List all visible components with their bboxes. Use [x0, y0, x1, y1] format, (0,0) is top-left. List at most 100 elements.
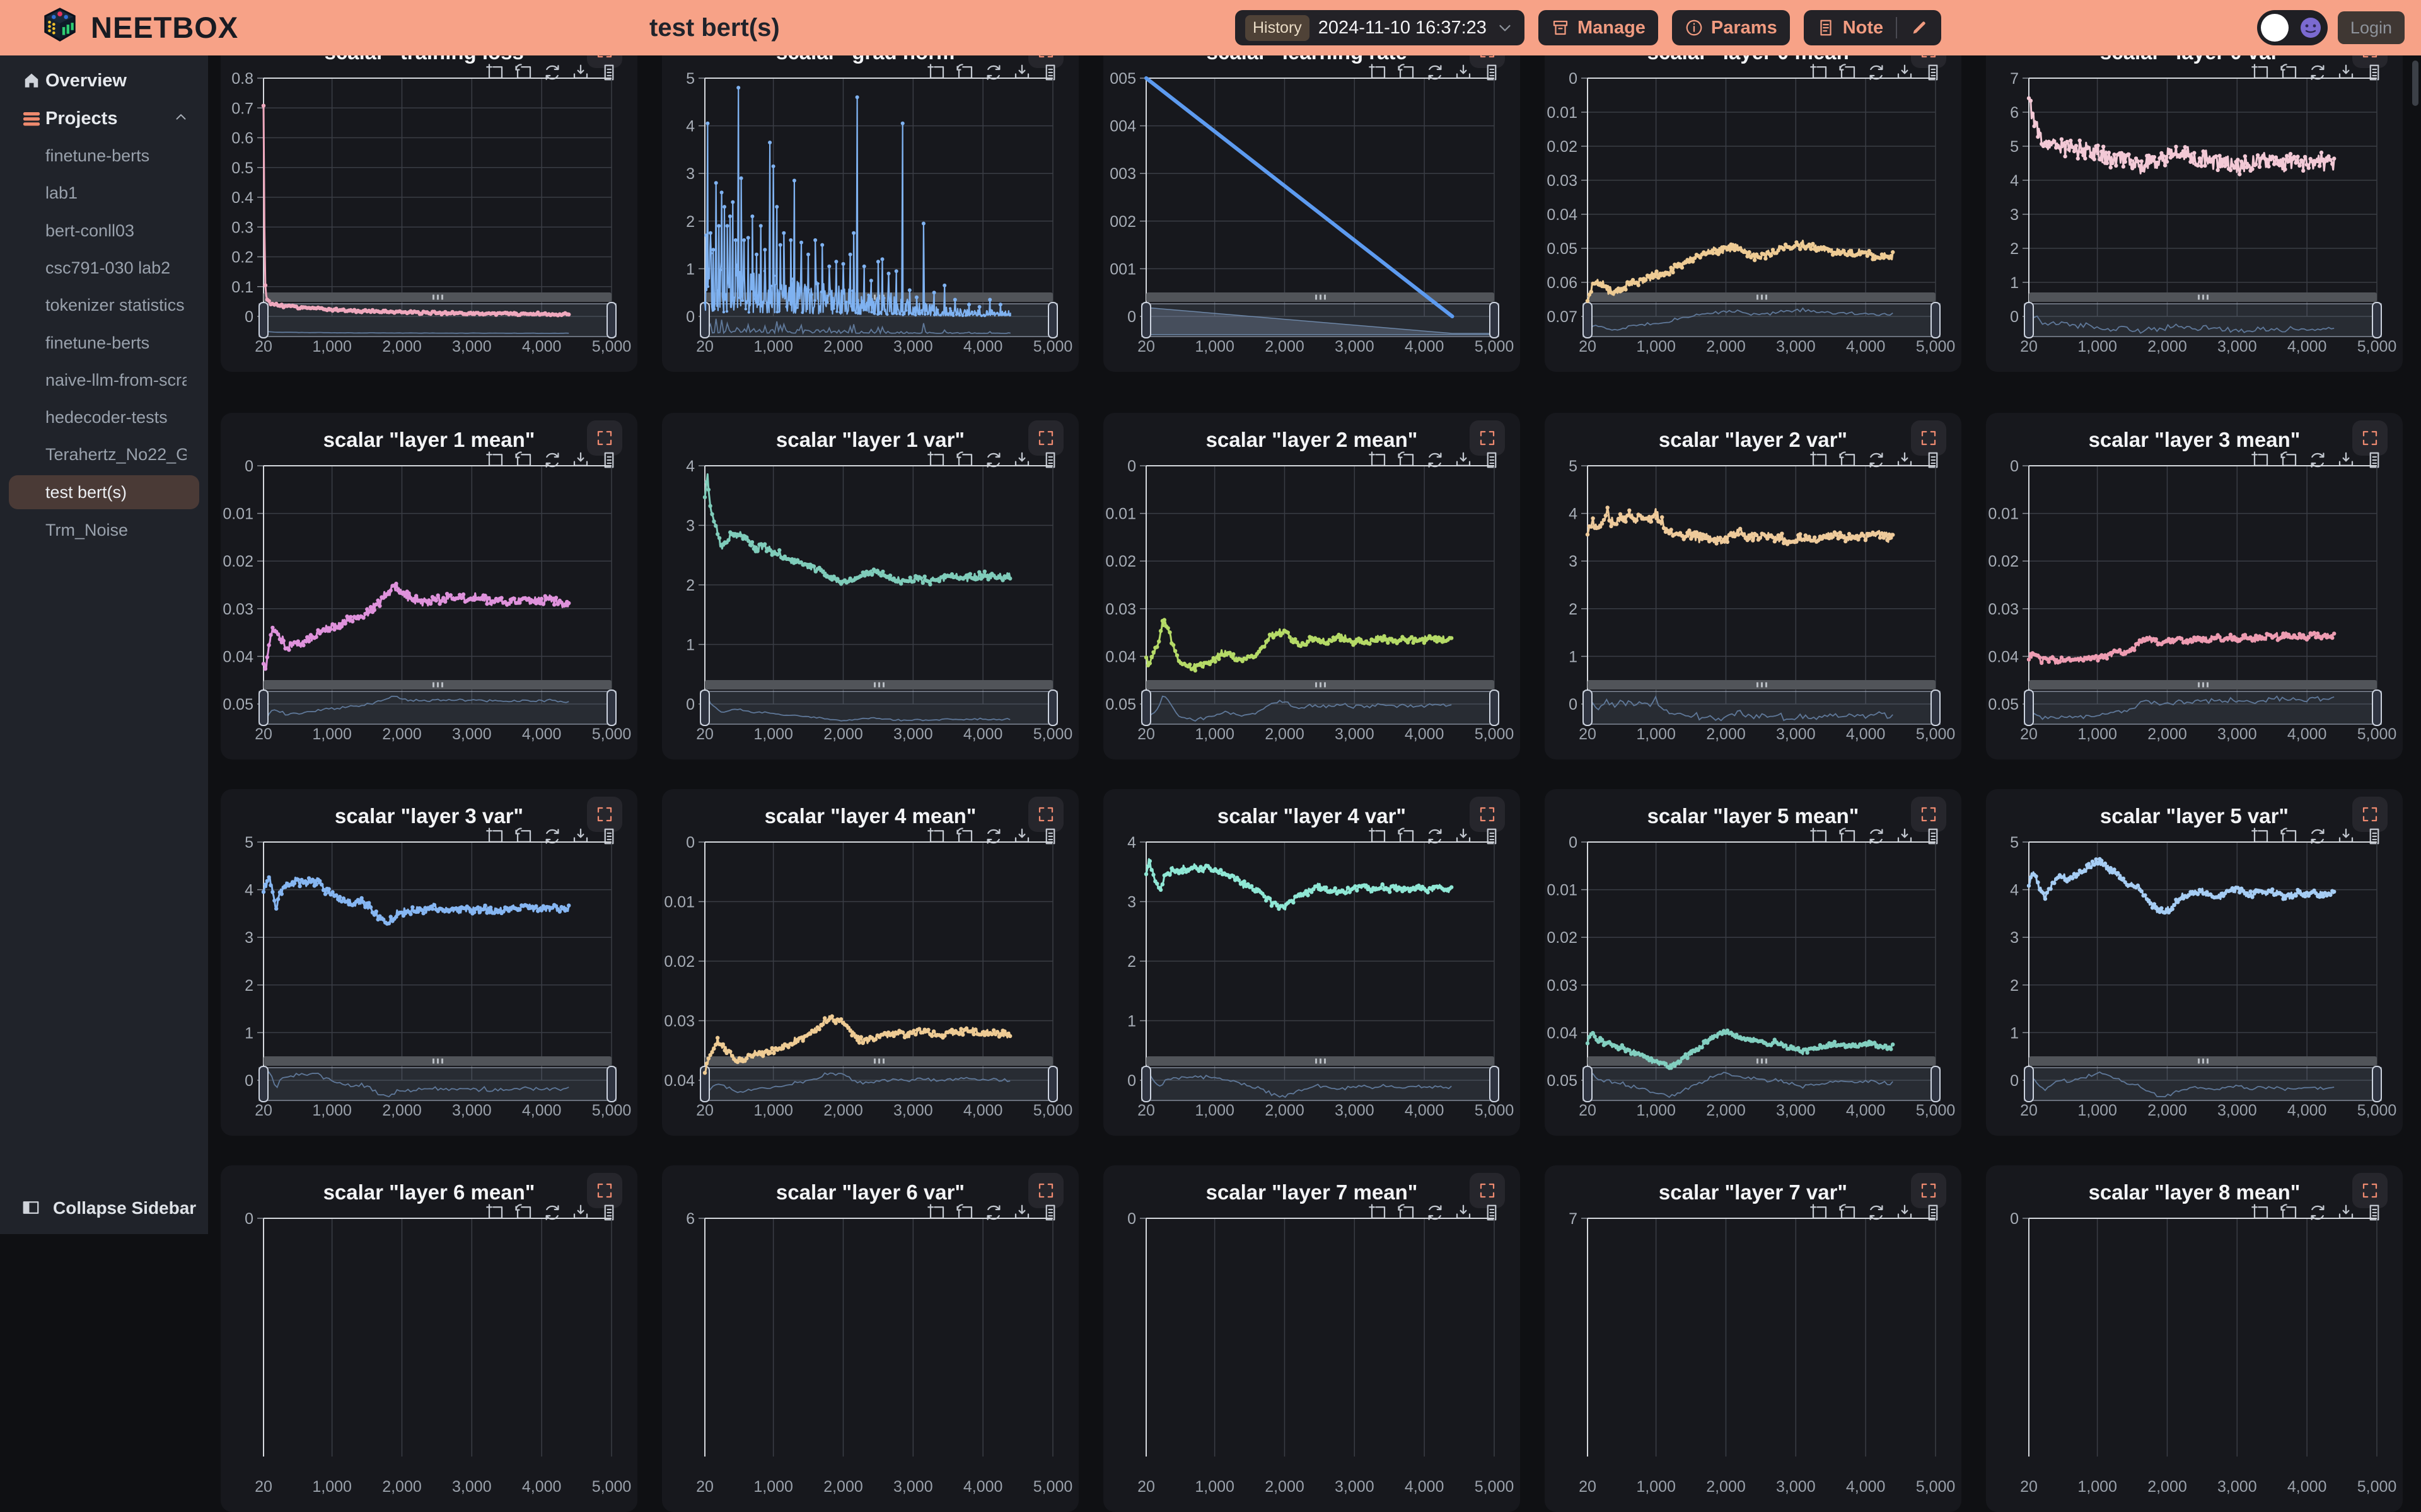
- history-badge: History: [1245, 15, 1309, 41]
- sidebar-project-8[interactable]: hedecoder-tests: [0, 400, 208, 434]
- svg-text:20: 20: [1579, 338, 1596, 355]
- datazoom-handle[interactable]: [1490, 1066, 1499, 1102]
- datazoom-handle[interactable]: [1048, 690, 1057, 725]
- datazoom-window[interactable]: [2024, 1068, 2381, 1100]
- svg-text:4,000: 4,000: [1405, 1478, 1444, 1496]
- sidebar-project-9[interactable]: Terahertz_No22_Gl261_gl...: [0, 437, 208, 471]
- datazoom-handle[interactable]: [607, 1066, 616, 1102]
- svg-text:2,000: 2,000: [823, 1102, 863, 1119]
- svg-text:4,000: 4,000: [2287, 338, 2327, 355]
- svg-text:0.02: 0.02: [1105, 553, 1136, 570]
- login-button[interactable]: Login: [2338, 11, 2405, 44]
- note-button[interactable]: Note: [1804, 10, 1896, 45]
- svg-text:5: 5: [2010, 834, 2019, 851]
- svg-text:1,000: 1,000: [312, 725, 352, 743]
- datazoom-handle[interactable]: [1490, 690, 1499, 725]
- chart-card: scalar "layer 7 var"7201,0002,0003,0004,…: [1545, 1165, 1961, 1512]
- datazoom-handle[interactable]: [1490, 303, 1499, 338]
- sidebar-project-11[interactable]: Trm_Noise: [0, 513, 208, 547]
- svg-text:0: 0: [245, 1072, 253, 1090]
- series-line: [264, 106, 569, 316]
- datazoom-handle[interactable]: [1931, 1066, 1940, 1102]
- sidebar-item-projects[interactable]: Projects: [0, 101, 208, 136]
- datazoom-handle[interactable]: [2372, 1066, 2381, 1102]
- sidebar-project-7[interactable]: naive-llm-from-scratch: [0, 363, 208, 397]
- datazoom-handle[interactable]: [607, 303, 616, 338]
- history-select[interactable]: History 2024-11-10 16:37:23: [1235, 10, 1524, 45]
- svg-text:0.04: 0.04: [1547, 206, 1577, 224]
- datazoom-window[interactable]: [2024, 691, 2381, 724]
- datazoom-handle[interactable]: [1142, 690, 1151, 725]
- chart-card: scalar "layer 5 mean"00.010.020.030.040.…: [1545, 789, 1961, 1136]
- datazoom-handle[interactable]: [2024, 1066, 2033, 1102]
- svg-text:5,000: 5,000: [592, 1102, 632, 1119]
- svg-text:3,000: 3,000: [893, 725, 933, 743]
- datazoom-handle[interactable]: [607, 690, 616, 725]
- svg-text:0: 0: [1127, 458, 1136, 475]
- sidebar-project-1[interactable]: finetune-berts: [0, 139, 208, 173]
- params-button[interactable]: Params: [1672, 10, 1790, 45]
- svg-text:5,000: 5,000: [1916, 1478, 1956, 1496]
- sidebar-project-6[interactable]: finetune-berts: [0, 326, 208, 360]
- brand[interactable]: NEETBOX: [40, 6, 238, 49]
- datazoom-handle[interactable]: [1048, 303, 1057, 338]
- svg-text:1,000: 1,000: [2077, 725, 2117, 743]
- page-scrollbar-thumb[interactable]: [2412, 61, 2418, 106]
- edit-button[interactable]: [1897, 10, 1941, 45]
- svg-text:2,000: 2,000: [1265, 1102, 1304, 1119]
- datazoom-handle[interactable]: [1931, 303, 1940, 338]
- datazoom-handle[interactable]: [1142, 303, 1151, 338]
- svg-text:5: 5: [1569, 458, 1577, 475]
- datazoom-window[interactable]: [1142, 691, 1499, 724]
- datazoom-handle[interactable]: [1583, 690, 1592, 725]
- svg-text:0: 0: [686, 834, 695, 851]
- datazoom-window[interactable]: [259, 1068, 616, 1100]
- sidebar-project-3[interactable]: bert-conll03: [0, 214, 208, 248]
- datazoom-handle[interactable]: [2372, 690, 2381, 725]
- chart-card: scalar "layer 7 mean"0201,0002,0003,0004…: [1103, 1165, 1520, 1512]
- series-line: [1146, 78, 1453, 316]
- plot-canvas: 00.010.020.030.040.05201,0002,0003,0004,…: [221, 413, 637, 759]
- plot-canvas: 7201,0002,0003,0004,0005,000: [1545, 1165, 1961, 1512]
- series-line: [705, 88, 1011, 316]
- datazoom-handle[interactable]: [2372, 303, 2381, 338]
- svg-text:5,000: 5,000: [1033, 1102, 1073, 1119]
- theme-toggle[interactable]: [2257, 10, 2328, 45]
- svg-text:4: 4: [686, 458, 695, 475]
- plot-canvas: 00.010.020.030.040.05201,0002,0003,0004,…: [1986, 413, 2403, 759]
- datazoom-window[interactable]: [2024, 304, 2381, 337]
- manage-button[interactable]: Manage: [1538, 10, 1658, 45]
- svg-text:5,000: 5,000: [1475, 1478, 1514, 1496]
- datazoom-window[interactable]: [1583, 304, 1940, 337]
- svg-text:001: 001: [1110, 260, 1136, 278]
- datazoom-window[interactable]: [1142, 1068, 1499, 1100]
- datazoom-window[interactable]: [1583, 691, 1940, 724]
- svg-text:0.02: 0.02: [223, 553, 253, 570]
- svg-text:0.01: 0.01: [1988, 505, 2019, 523]
- svg-text:1: 1: [1569, 648, 1577, 666]
- datazoom-window[interactable]: [259, 691, 616, 724]
- datazoom-handle[interactable]: [700, 690, 709, 725]
- datazoom-handle[interactable]: [1931, 690, 1940, 725]
- datazoom-handle[interactable]: [259, 303, 268, 338]
- collapse-sidebar-button[interactable]: Collapse Sidebar: [0, 1191, 208, 1225]
- datazoom-handle[interactable]: [1583, 303, 1592, 338]
- datazoom-handle[interactable]: [1583, 1066, 1592, 1102]
- datazoom-handle[interactable]: [1048, 1066, 1057, 1102]
- svg-text:20: 20: [2020, 1478, 2038, 1496]
- datazoom-handle[interactable]: [2024, 303, 2033, 338]
- svg-text:0: 0: [2010, 1072, 2019, 1090]
- datazoom-window[interactable]: [700, 1068, 1057, 1100]
- sidebar-project-5[interactable]: tokenizer statistics llama...: [0, 288, 208, 322]
- sidebar-project-10[interactable]: test bert(s): [0, 475, 208, 509]
- datazoom-handle[interactable]: [1142, 1066, 1151, 1102]
- svg-text:1: 1: [1127, 1013, 1136, 1030]
- plot-canvas: 543210201,0002,0003,0004,0005,000: [1986, 789, 2403, 1136]
- sidebar-project-4[interactable]: csc791-030 lab2: [0, 251, 208, 285]
- datazoom-handle[interactable]: [259, 1066, 268, 1102]
- sidebar-project-2[interactable]: lab1: [0, 176, 208, 210]
- sidebar-item-overview[interactable]: Overview: [0, 64, 208, 98]
- datazoom-handle[interactable]: [259, 690, 268, 725]
- svg-text:20: 20: [696, 725, 714, 743]
- datazoom-handle[interactable]: [2024, 690, 2033, 725]
